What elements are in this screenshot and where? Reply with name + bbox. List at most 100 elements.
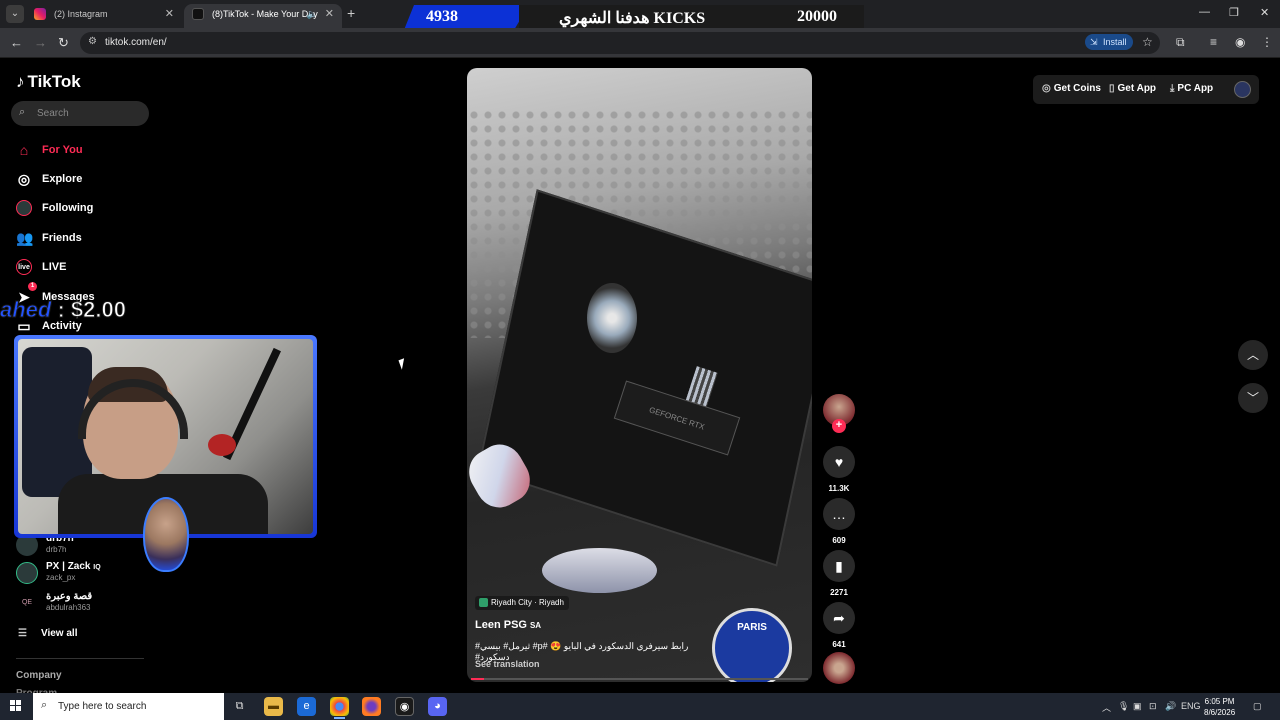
video-progress-bar[interactable]: [471, 678, 808, 680]
site-info-icon[interactable]: ⚙: [88, 36, 97, 47]
nav-explore[interactable]: ◎ Explore: [16, 170, 146, 192]
comment-icon[interactable]: …: [823, 498, 855, 530]
goal-current-count: 4938: [426, 8, 458, 25]
stream-goal-banner: 4938 هدفنا الشهري KICKS 20000: [404, 5, 864, 30]
system-clock[interactable]: 6:05 PM 8/6/2026: [1204, 696, 1235, 718]
task-view-icon[interactable]: ⧉: [230, 697, 249, 716]
windows-taskbar: ⌕ Type here to search ⧉ ▬ e ◉ ◕ ︿ 🎙 ▣ ⊡ …: [0, 693, 1280, 720]
messages-badge: 1: [28, 282, 37, 291]
profile-icon[interactable]: ◉: [1235, 35, 1245, 49]
obs-icon[interactable]: ◉: [395, 697, 414, 716]
location-tag[interactable]: Riyadh City · Riyadh: [475, 596, 569, 610]
back-icon[interactable]: ←: [10, 35, 23, 50]
tiktok-logo[interactable]: ♪ TikTok: [16, 72, 81, 92]
chevron-up-icon: ︿: [1246, 348, 1259, 362]
nav-live[interactable]: live LIVE: [16, 258, 146, 280]
follow-plus-icon[interactable]: +: [832, 419, 846, 433]
view-all-button[interactable]: ☰ View all: [18, 628, 77, 639]
following-account[interactable]: PX | Zack IQ zack_px: [16, 560, 156, 586]
extensions-icon[interactable]: ⧉: [1176, 35, 1185, 50]
menu-icon[interactable]: ⋮: [1261, 35, 1273, 49]
goal-target-count: 20000: [797, 8, 837, 25]
save-action[interactable]: ▮ 2271: [823, 550, 855, 597]
goal-title: هدفنا الشهري KICKS: [559, 10, 706, 27]
tiktok-favicon-icon: [192, 8, 204, 20]
minimize-icon[interactable]: —: [1199, 6, 1210, 18]
show-hidden-icons-icon[interactable]: ︿: [1102, 701, 1111, 714]
friends-icon: 👥: [16, 230, 34, 246]
tab-tiktok[interactable]: (8)TikTok - Make Your Day 🔈 ✕: [184, 4, 342, 28]
heart-icon[interactable]: ♥: [823, 446, 855, 478]
share-action[interactable]: ➦ 641: [823, 602, 855, 649]
get-app-button[interactable]: ▯ Get App: [1109, 83, 1156, 94]
tab-search-button[interactable]: ⌄: [6, 5, 24, 23]
address-bar[interactable]: ⚙ tiktok.com/en/: [80, 32, 1160, 54]
divider: [16, 658, 144, 659]
media-controls-icon[interactable]: ≡: [1210, 35, 1217, 49]
nav-following[interactable]: Following: [16, 199, 146, 221]
pc-app-button[interactable]: ⤓ PC App: [1170, 83, 1213, 94]
microphone-icon: [208, 434, 236, 456]
following-account[interactable]: QE قصة وعبرة abdulrah363: [16, 590, 156, 616]
location-icon: [479, 598, 488, 607]
download-icon: ⤓: [1170, 83, 1175, 94]
forward-icon[interactable]: →: [34, 35, 47, 50]
donor-name: ahed: [0, 297, 52, 323]
footer-company-link[interactable]: Company: [16, 670, 62, 681]
chevron-down-icon: ﹀: [1246, 391, 1259, 405]
nav-friends[interactable]: 👥 Friends: [16, 229, 146, 251]
save-count: 2271: [830, 588, 848, 597]
install-app-button[interactable]: ⇲ Install: [1085, 34, 1133, 50]
home-icon: ⌂: [19, 142, 29, 158]
reload-icon[interactable]: ↻: [58, 35, 69, 51]
close-window-icon[interactable]: ✕: [1260, 6, 1269, 19]
close-tab-icon[interactable]: ✕: [325, 4, 334, 24]
previous-video-button[interactable]: ︿: [1238, 340, 1268, 370]
video-player[interactable]: GEFORCE RTX PARIS: [467, 68, 812, 682]
next-video-button[interactable]: ﹀: [1238, 383, 1268, 413]
bookmark-icon[interactable]: ▮: [823, 550, 855, 582]
firefox-icon[interactable]: [362, 697, 381, 716]
edge-icon[interactable]: e: [297, 697, 316, 716]
bookmark-star-icon[interactable]: ☆: [1142, 35, 1153, 49]
network-icon[interactable]: ⊡: [1149, 701, 1157, 712]
share-icon[interactable]: ➦: [823, 602, 855, 634]
video-progress-fill: [471, 678, 485, 680]
mouse-cursor-icon: [398, 358, 408, 370]
search-input[interactable]: ⌕ Search: [11, 101, 149, 126]
avatar: [16, 562, 38, 584]
volume-icon[interactable]: 🔊: [1165, 701, 1176, 712]
close-tab-icon[interactable]: ✕: [165, 4, 174, 24]
nav-for-you[interactable]: ⌂ For You: [16, 141, 146, 163]
chrome-icon[interactable]: [330, 697, 349, 719]
taskbar-search-input[interactable]: ⌕ Type here to search: [33, 693, 224, 720]
avatar: QE: [16, 592, 38, 614]
instagram-favicon-icon: [34, 8, 46, 20]
tiktok-note-icon: ♪: [16, 72, 25, 91]
get-coins-button[interactable]: ◎ Get Coins: [1042, 83, 1101, 94]
tab-instagram[interactable]: (2) Instagram ✕: [26, 4, 182, 28]
music-disc-icon[interactable]: [823, 652, 855, 684]
streamer-mascot-image: [143, 497, 189, 572]
comment-action[interactable]: … 609: [823, 498, 855, 545]
user-avatar[interactable]: [1234, 81, 1251, 98]
microphone-tray-icon[interactable]: 🎙: [1118, 701, 1129, 712]
file-explorer-icon[interactable]: ▬: [264, 697, 283, 716]
notifications-icon[interactable]: ▢: [1253, 701, 1262, 712]
install-icon: ⇲: [1090, 37, 1098, 47]
language-indicator[interactable]: ENG: [1181, 701, 1201, 711]
coin-icon: ◎: [1042, 83, 1051, 94]
comment-count: 609: [832, 536, 846, 545]
device-tray-icon[interactable]: ▣: [1133, 701, 1142, 712]
windows-start-icon[interactable]: [10, 700, 22, 712]
tab-label: (2) Instagram: [54, 9, 108, 19]
compass-icon: ◎: [17, 171, 31, 187]
see-translation-link[interactable]: See translation: [475, 659, 540, 669]
video-author[interactable]: Leen PSG SA: [475, 619, 541, 631]
discord-icon[interactable]: ◕: [428, 697, 447, 716]
restore-icon[interactable]: ❐: [1229, 6, 1239, 19]
like-action[interactable]: ♥ 11.3K: [823, 446, 855, 493]
share-count: 641: [832, 640, 846, 649]
speaker-icon[interactable]: 🔈: [307, 4, 318, 24]
new-tab-button[interactable]: +: [347, 5, 355, 21]
